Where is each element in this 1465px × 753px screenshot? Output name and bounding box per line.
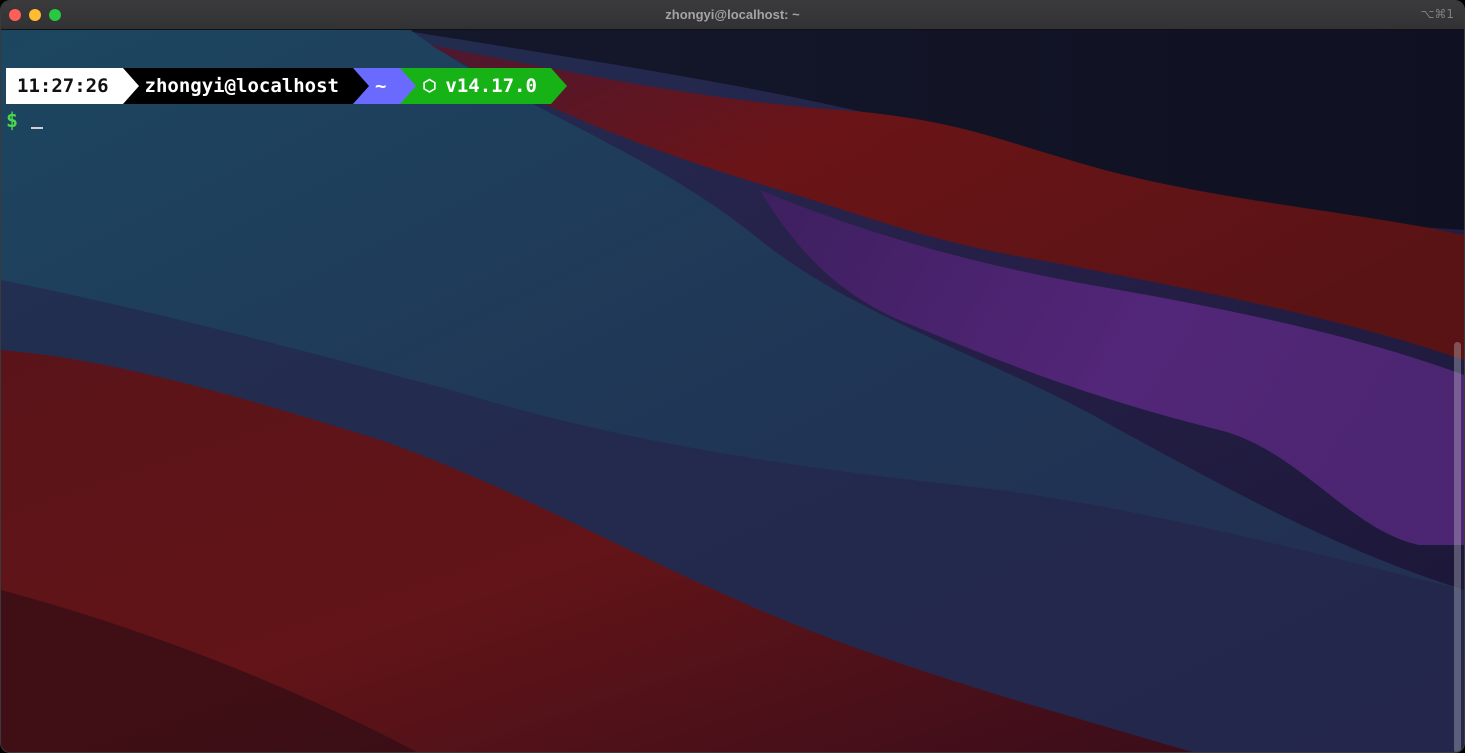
prompt-directory: ~: [374, 75, 387, 97]
prompt-user-segment: zhongyi@localhost: [122, 68, 353, 104]
prompt-line: 11:27:26 zhongyi@localhost ~ ⬡ v14.17.0: [6, 68, 567, 104]
segment-separator: [400, 68, 417, 104]
terminal-window: zhongyi@localhost: ~ ⌥⌘1 11:27:26 zhongy…: [0, 0, 1465, 753]
segment-separator: [122, 68, 139, 104]
vertical-scrollbar[interactable]: [1454, 342, 1461, 752]
segment-separator: [550, 68, 567, 104]
title-bar[interactable]: zhongyi@localhost: ~ ⌥⌘1: [1, 1, 1464, 30]
prompt-symbol: $: [6, 108, 19, 132]
segment-separator: [352, 68, 369, 104]
prompt-node-version: v14.17.0: [445, 75, 537, 97]
prompt-user-host: zhongyi@localhost: [144, 75, 339, 97]
prompt-time: 11:27:26: [17, 75, 109, 97]
command-input-line[interactable]: $: [6, 108, 44, 132]
prompt-node-segment: ⬡ v14.17.0: [400, 68, 551, 104]
nodejs-icon: ⬡: [422, 76, 437, 95]
window-title: zhongyi@localhost: ~: [665, 7, 800, 22]
wallpaper-background: [1, 30, 1464, 752]
text-cursor: [31, 127, 44, 129]
prompt-time-segment: 11:27:26: [6, 68, 123, 104]
terminal-content[interactable]: 11:27:26 zhongyi@localhost ~ ⬡ v14.17.0 …: [1, 30, 1464, 752]
window-shortcut: ⌥⌘1: [1420, 7, 1454, 21]
